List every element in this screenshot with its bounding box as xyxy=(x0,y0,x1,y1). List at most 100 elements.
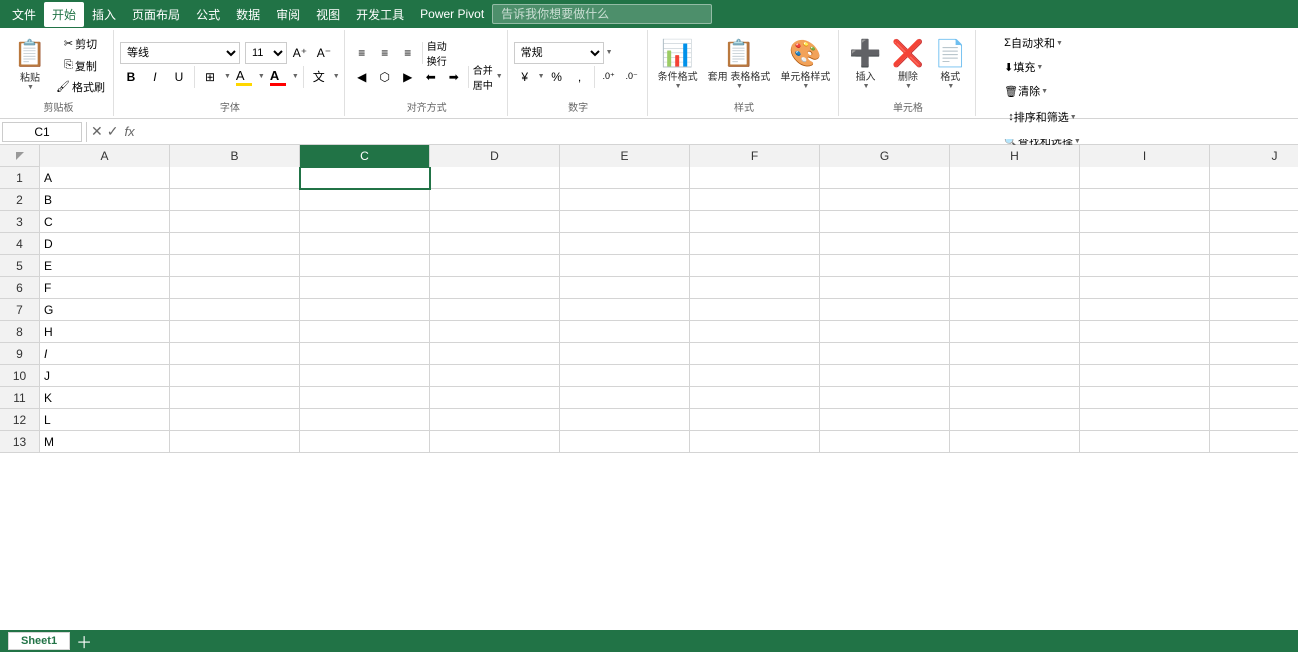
format-painter-button[interactable]: 🖌 格式刷 xyxy=(52,77,109,97)
cell-a3[interactable]: C xyxy=(40,211,170,233)
cell-h1[interactable] xyxy=(950,167,1080,189)
cell-a10[interactable]: J xyxy=(40,365,170,387)
cell-c11[interactable] xyxy=(300,387,430,409)
cell-d11[interactable] xyxy=(430,387,560,409)
row-header-10[interactable]: 10 xyxy=(0,365,40,387)
cell-h10[interactable] xyxy=(950,365,1080,387)
menu-page-layout[interactable]: 页面布局 xyxy=(124,2,188,27)
cell-a11[interactable]: K xyxy=(40,387,170,409)
cell-c3[interactable] xyxy=(300,211,430,233)
cell-f9[interactable] xyxy=(690,343,820,365)
cell-g3[interactable] xyxy=(820,211,950,233)
cell-d10[interactable] xyxy=(430,365,560,387)
row-header-5[interactable]: 5 xyxy=(0,255,40,277)
row-header-4[interactable]: 4 xyxy=(0,233,40,255)
number-format-select[interactable]: 常规 xyxy=(514,42,604,64)
cell-a7[interactable]: G xyxy=(40,299,170,321)
cell-b11[interactable] xyxy=(170,387,300,409)
cell-g9[interactable] xyxy=(820,343,950,365)
cell-b13[interactable] xyxy=(170,431,300,453)
row-header-13[interactable]: 13 xyxy=(0,431,40,453)
cell-g8[interactable] xyxy=(820,321,950,343)
cell-c10[interactable] xyxy=(300,365,430,387)
cell-c13[interactable] xyxy=(300,431,430,453)
cell-h5[interactable] xyxy=(950,255,1080,277)
align-left-button[interactable]: ◀ xyxy=(351,66,373,88)
cell-j3[interactable] xyxy=(1210,211,1298,233)
cell-b8[interactable] xyxy=(170,321,300,343)
cell-d5[interactable] xyxy=(430,255,560,277)
col-header-h[interactable]: H xyxy=(950,145,1080,167)
cell-i5[interactable] xyxy=(1080,255,1210,277)
cell-d6[interactable] xyxy=(430,277,560,299)
cell-f4[interactable] xyxy=(690,233,820,255)
row-header-6[interactable]: 6 xyxy=(0,277,40,299)
decrease-decimal-button[interactable]: .0⁻ xyxy=(621,66,643,88)
cell-b2[interactable] xyxy=(170,189,300,211)
cell-i13[interactable] xyxy=(1080,431,1210,453)
cell-i11[interactable] xyxy=(1080,387,1210,409)
row-header-12[interactable]: 12 xyxy=(0,409,40,431)
col-header-a[interactable]: A xyxy=(40,145,170,167)
menu-formula[interactable]: 公式 xyxy=(188,2,228,27)
cell-h2[interactable] xyxy=(950,189,1080,211)
indent-increase-button[interactable]: ➡ xyxy=(443,66,465,88)
cell-h12[interactable] xyxy=(950,409,1080,431)
align-top-center-button[interactable]: ≡ xyxy=(374,42,396,64)
menu-developer[interactable]: 开发工具 xyxy=(348,2,412,27)
border-button[interactable]: ⊞ xyxy=(199,66,221,88)
cell-f12[interactable] xyxy=(690,409,820,431)
cell-b7[interactable] xyxy=(170,299,300,321)
cell-j9[interactable] xyxy=(1210,343,1298,365)
cut-button[interactable]: ✂ 剪切 xyxy=(52,33,109,55)
confirm-formula-icon[interactable]: ✓ xyxy=(107,123,119,140)
copy-button[interactable]: ⎘ 复制 xyxy=(52,55,109,77)
cell-d8[interactable] xyxy=(430,321,560,343)
col-header-j[interactable]: J xyxy=(1210,145,1298,167)
cell-f5[interactable] xyxy=(690,255,820,277)
cell-b10[interactable] xyxy=(170,365,300,387)
cell-e13[interactable] xyxy=(560,431,690,453)
col-header-d[interactable]: D xyxy=(430,145,560,167)
fill-button[interactable]: ⬇ 填充 ▼ xyxy=(999,56,1048,78)
cell-e1[interactable] xyxy=(560,167,690,189)
italic-button[interactable]: I xyxy=(144,66,166,88)
row-header-1[interactable]: 1 xyxy=(0,167,40,189)
cell-c2[interactable] xyxy=(300,189,430,211)
merge-center-button[interactable]: 合并居中 xyxy=(472,66,494,88)
cell-d12[interactable] xyxy=(430,409,560,431)
cell-c5[interactable] xyxy=(300,255,430,277)
cell-h13[interactable] xyxy=(950,431,1080,453)
autosum-button[interactable]: Σ 自动求和 ▼ xyxy=(999,32,1068,54)
cell-a13[interactable]: M xyxy=(40,431,170,453)
bold-button[interactable]: B xyxy=(120,66,142,88)
conditional-format-button[interactable]: 📊 条件格式 ▼ xyxy=(654,35,702,95)
cell-a9[interactable]: I xyxy=(40,343,170,365)
cell-a2[interactable]: B xyxy=(40,189,170,211)
table-style-button[interactable]: 📋 套用 表格格式 ▼ xyxy=(704,35,775,95)
cell-i9[interactable] xyxy=(1080,343,1210,365)
col-header-f[interactable]: F xyxy=(690,145,820,167)
row-header-3[interactable]: 3 xyxy=(0,211,40,233)
cell-g5[interactable] xyxy=(820,255,950,277)
cell-f7[interactable] xyxy=(690,299,820,321)
cell-j10[interactable] xyxy=(1210,365,1298,387)
formula-input[interactable] xyxy=(141,125,1296,139)
cell-g2[interactable] xyxy=(820,189,950,211)
percent-button[interactable]: % xyxy=(546,66,568,88)
cell-i10[interactable] xyxy=(1080,365,1210,387)
cell-g4[interactable] xyxy=(820,233,950,255)
cell-a6[interactable]: F xyxy=(40,277,170,299)
cell-h4[interactable] xyxy=(950,233,1080,255)
cell-d1[interactable] xyxy=(430,167,560,189)
col-header-c[interactable]: C xyxy=(300,145,430,167)
font-color-button[interactable]: A xyxy=(267,66,289,88)
font-size-select[interactable]: 11 xyxy=(245,42,287,64)
cell-g11[interactable] xyxy=(820,387,950,409)
cell-b4[interactable] xyxy=(170,233,300,255)
align-right-button[interactable]: ▶ xyxy=(397,66,419,88)
cell-e9[interactable] xyxy=(560,343,690,365)
align-center-button[interactable]: ⬡ xyxy=(374,66,396,88)
comma-button[interactable]: , xyxy=(569,66,591,88)
increase-font-button[interactable]: A⁺ xyxy=(289,42,311,64)
